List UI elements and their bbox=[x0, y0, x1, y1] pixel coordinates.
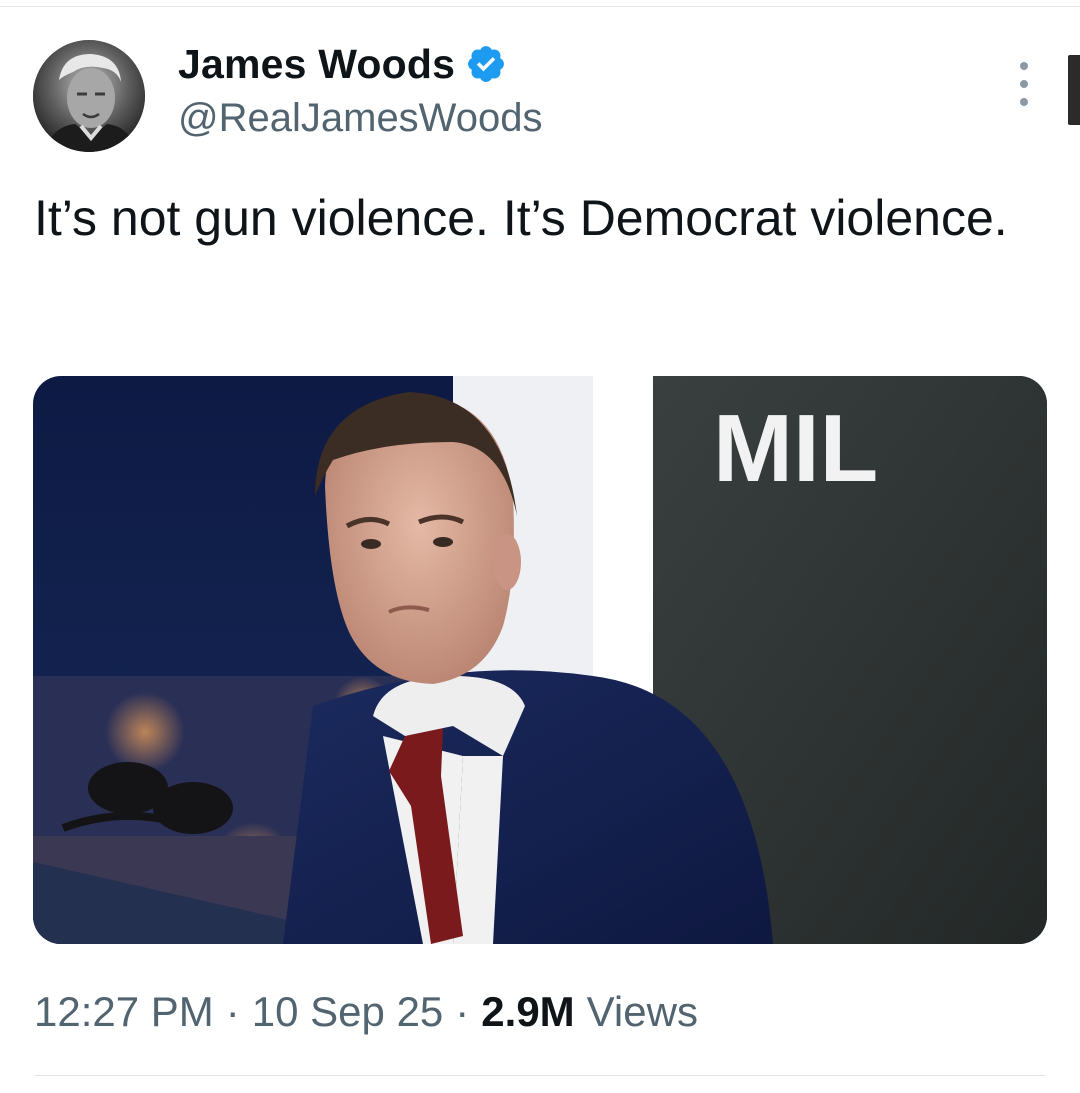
bottom-divider bbox=[34, 1075, 1046, 1076]
views-count[interactable]: 2.9M bbox=[481, 988, 574, 1036]
top-divider bbox=[0, 6, 1080, 7]
author-handle[interactable]: @RealJamesWoods bbox=[178, 96, 542, 141]
tweet-meta: 12:27 PM · 10 Sep 25 · 2.9M Views bbox=[34, 988, 698, 1036]
verified-badge-icon[interactable] bbox=[465, 43, 507, 85]
avatar-image bbox=[33, 40, 145, 152]
author-name-row: James Woods bbox=[178, 38, 507, 90]
scrollbar-thumb[interactable] bbox=[1068, 55, 1080, 125]
tweet-date[interactable]: 10 Sep 25 bbox=[252, 988, 444, 1036]
tweet-media-photo[interactable]: MIL bbox=[33, 376, 1047, 944]
tweet-text: It’s not gun violence. It’s Democrat vio… bbox=[34, 190, 1008, 246]
more-dot bbox=[1020, 80, 1028, 88]
tweet-time[interactable]: 12:27 PM bbox=[34, 988, 214, 1036]
meta-separator: · bbox=[455, 988, 470, 1035]
more-dot bbox=[1020, 98, 1028, 106]
author-avatar[interactable] bbox=[33, 40, 145, 152]
more-dot bbox=[1020, 62, 1028, 70]
author-display-name[interactable]: James Woods bbox=[178, 41, 455, 88]
media-image: MIL bbox=[33, 376, 1047, 944]
meta-separator: · bbox=[225, 988, 240, 1035]
sign-text: MIL bbox=[713, 395, 878, 502]
more-options-icon[interactable] bbox=[1010, 62, 1038, 106]
views-label: Views bbox=[586, 988, 698, 1035]
